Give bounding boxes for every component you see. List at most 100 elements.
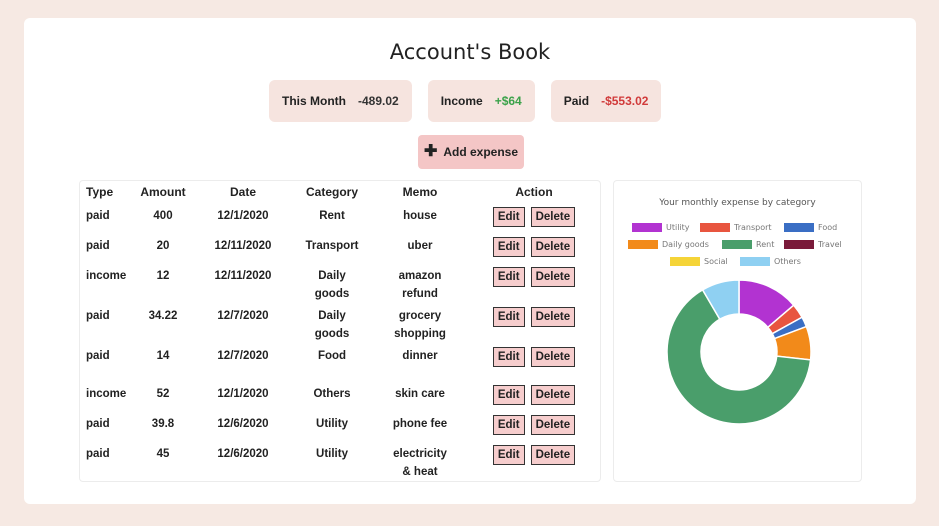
cell-category: Rent xyxy=(319,210,345,222)
table-row: income 12 12/11/2020 Daily goods amazon refu… xyxy=(80,263,600,303)
stat-label: Paid xyxy=(563,94,590,108)
cell-category: Food xyxy=(317,350,347,362)
cell-category: Transport xyxy=(305,240,359,252)
cell-actions: Edit Delete xyxy=(468,263,600,303)
row-actions: Edit Delete xyxy=(468,207,600,227)
cell-category: Utility xyxy=(316,418,348,430)
expense-table: Type Amount Date Category Memo Action pa… xyxy=(80,181,600,481)
expense-chart-panel: Your monthly expense by category Utility… xyxy=(613,180,862,482)
stat-income: Income +$64 xyxy=(427,80,535,122)
header-amount: Amount xyxy=(140,185,186,199)
cell-date: 12/11/2020 xyxy=(214,240,272,252)
header-category: Category xyxy=(305,185,358,199)
cell-actions: Edit Delete xyxy=(468,411,600,441)
stat-this-month: This Month -489.02 xyxy=(269,80,412,122)
cell-amount: 12 xyxy=(156,270,170,282)
page-title: Account's Book xyxy=(389,40,551,64)
table-row: paid 20 12/11/2020 Transport uber Edit Delete xyxy=(80,233,600,263)
cell-date: 12/6/2020 xyxy=(217,448,269,460)
cell-memo: grocery shopping xyxy=(394,310,446,340)
edit-button[interactable]: Edit xyxy=(492,347,525,367)
edit-button[interactable]: Edit xyxy=(492,307,525,327)
delete-button[interactable]: Delete xyxy=(530,267,576,287)
edit-button[interactable]: Edit xyxy=(492,237,525,257)
row-actions: Edit Delete xyxy=(468,385,600,405)
cell-date: 12/6/2020 xyxy=(217,418,269,430)
header-memo: Memo xyxy=(402,185,438,199)
delete-button[interactable]: Delete xyxy=(530,207,576,227)
delete-button[interactable]: Delete xyxy=(530,445,576,465)
cell-date: 12/1/2020 xyxy=(217,388,269,400)
cell-memo: phone fee xyxy=(392,418,448,430)
delete-button[interactable]: Delete xyxy=(530,237,576,257)
edit-button[interactable]: Edit xyxy=(492,415,525,435)
cell-amount: 45 xyxy=(156,448,170,460)
add-expense-button[interactable]: ✚ Add expense xyxy=(418,135,524,169)
header-date: Date xyxy=(229,185,256,199)
cell-actions: Edit Delete xyxy=(468,303,600,343)
edit-button[interactable]: Edit xyxy=(492,207,525,227)
cell-actions: Edit Delete xyxy=(468,441,600,481)
expense-table-panel: Type Amount Date Category Memo Action pa… xyxy=(79,180,601,482)
cell-amount: 34.22 xyxy=(148,310,178,322)
table-row: paid 14 12/7/2020 Food dinner Edit Delete xyxy=(80,343,600,381)
edit-button[interactable]: Edit xyxy=(492,445,525,465)
cell-type: paid xyxy=(86,210,110,222)
cell-actions: Edit Delete xyxy=(468,381,600,411)
table-row: paid 400 12/1/2020 Rent house Edit Delete xyxy=(80,203,600,233)
stat-label: Income xyxy=(440,94,483,108)
table-row: paid 39.8 12/6/2020 Utility phone fee Edit Del… xyxy=(80,411,600,441)
delete-button[interactable]: Delete xyxy=(530,347,576,367)
edit-button[interactable]: Edit xyxy=(492,385,525,405)
row-actions: Edit Delete xyxy=(468,347,600,367)
cell-date: 12/7/2020 xyxy=(217,310,269,322)
cell-amount: 400 xyxy=(153,210,173,222)
cell-category: Daily goods xyxy=(314,310,350,340)
cell-type: paid xyxy=(86,310,110,322)
edit-button[interactable]: Edit xyxy=(492,267,525,287)
stat-value: -489.02 xyxy=(357,94,399,108)
cell-date: 12/7/2020 xyxy=(217,350,269,362)
cell-memo: skin care xyxy=(395,388,445,400)
cell-memo: uber xyxy=(407,240,433,252)
cell-category: Others xyxy=(313,388,351,400)
cell-category: Utility xyxy=(316,448,348,460)
cell-actions: Edit Delete xyxy=(468,343,600,381)
stat-value: -$553.02 xyxy=(601,94,649,108)
summary-stats: This Month -489.02 Income +$64 Paid -$55… xyxy=(269,80,662,122)
row-actions: Edit Delete xyxy=(468,307,600,327)
cell-date: 12/11/2020 xyxy=(214,270,272,282)
cell-amount: 52 xyxy=(156,388,170,400)
header-type: Type xyxy=(86,185,114,199)
table-row: income 52 12/1/2020 Others skin care Edit Dele… xyxy=(80,381,600,411)
cell-type: income xyxy=(86,270,127,282)
table-header-row: Type Amount Date Category Memo Action xyxy=(80,181,600,203)
donut-chart xyxy=(666,279,812,425)
cell-actions: Edit Delete xyxy=(468,203,600,233)
cell-amount: 14 xyxy=(156,350,170,362)
cell-date: 12/1/2020 xyxy=(217,210,269,222)
cell-amount: 20 xyxy=(156,240,170,252)
row-actions: Edit Delete xyxy=(468,415,600,435)
cell-amount: 39.8 xyxy=(151,418,175,430)
cell-type: paid xyxy=(86,418,110,430)
row-actions: Edit Delete xyxy=(468,267,600,287)
account-book-card: Account's Book This Month -489.02 Income… xyxy=(24,18,916,504)
cell-actions: Edit Delete xyxy=(468,233,600,263)
cell-memo: dinner xyxy=(402,350,438,362)
cell-memo: electricity & heat xyxy=(393,448,447,478)
stat-value: +$64 xyxy=(494,94,522,108)
plus-icon: ✚ xyxy=(423,143,438,160)
cell-memo: house xyxy=(403,210,437,222)
header-action: Action xyxy=(515,185,553,199)
cell-memo: amazon refund xyxy=(398,270,442,300)
stat-paid: Paid -$553.02 xyxy=(550,80,662,122)
add-expense-label: Add expense xyxy=(443,145,519,159)
row-actions: Edit Delete xyxy=(468,237,600,257)
delete-button[interactable]: Delete xyxy=(530,307,576,327)
cell-type: paid xyxy=(86,448,110,460)
table-row: paid 34.22 12/7/2020 Daily goods grocery sho… xyxy=(80,303,600,343)
delete-button[interactable]: Delete xyxy=(530,385,576,405)
cell-category: Daily goods xyxy=(314,270,350,300)
delete-button[interactable]: Delete xyxy=(530,415,576,435)
